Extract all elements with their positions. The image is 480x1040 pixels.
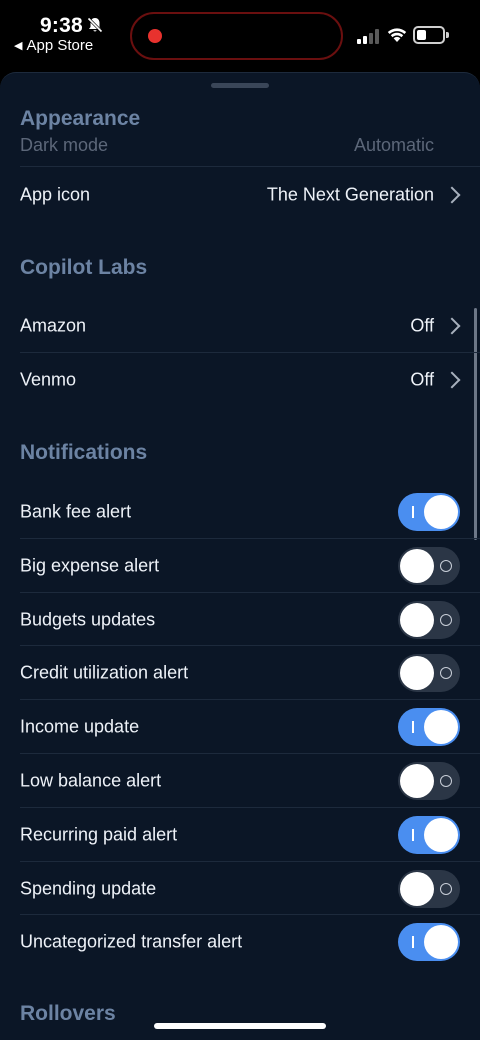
sheet-grabber[interactable] — [211, 83, 269, 88]
back-to-app-store-link[interactable]: ◀ App Store — [14, 37, 93, 54]
venmo-label: Venmo — [20, 369, 77, 390]
notification-label: Big expense alert — [20, 555, 160, 576]
section-title-rollovers: Rollovers — [20, 1002, 116, 1025]
notification-label: Spending update — [20, 878, 157, 899]
wifi-icon — [387, 28, 407, 42]
home-indicator[interactable] — [154, 1023, 326, 1029]
section-title-copilot-labs: Copilot Labs — [20, 256, 148, 279]
back-triangle-icon: ◀ — [14, 40, 23, 52]
bank-fee-alert-toggle[interactable] — [398, 493, 460, 531]
low-balance-alert-toggle[interactable] — [398, 762, 460, 800]
credit-utilization-alert-toggle[interactable] — [398, 654, 460, 692]
battery-icon — [413, 26, 449, 44]
bell-slash-icon — [86, 16, 104, 34]
status-time: 9:38 — [40, 14, 83, 37]
notification-row-credit-utilization-alert[interactable]: Credit utilization alert — [0, 646, 480, 700]
notification-row-low-balance-alert[interactable]: Low balance alert — [0, 754, 480, 808]
section-title-appearance: Appearance — [20, 107, 149, 131]
chevron-right-icon — [443, 317, 461, 335]
status-bar: 9:38 ◀ App Store — [0, 0, 480, 72]
notification-label: Income update — [20, 716, 140, 737]
recording-dot-icon — [148, 29, 162, 43]
signal-icon — [357, 28, 381, 44]
amazon-row[interactable]: Amazon Off — [0, 299, 480, 353]
back-app-label: App Store — [26, 37, 94, 54]
amazon-value: Off — [410, 315, 434, 336]
dynamic-island[interactable] — [130, 12, 343, 60]
venmo-row[interactable]: Venmo Off — [0, 353, 480, 407]
notification-row-spending-update[interactable]: Spending update — [0, 862, 480, 916]
divider — [20, 166, 480, 167]
notification-row-big-expense-alert[interactable]: Big expense alert — [0, 539, 480, 593]
notification-row-uncategorized-transfer-alert[interactable]: Uncategorized transfer alert — [0, 915, 480, 969]
notification-row-recurring-paid-alert[interactable]: Recurring paid alert — [0, 808, 480, 862]
notification-label: Credit utilization alert — [20, 662, 189, 683]
chevron-right-icon — [443, 186, 461, 204]
budgets-updates-toggle[interactable] — [398, 601, 460, 639]
uncategorized-transfer-alert-toggle[interactable] — [398, 923, 460, 961]
chevron-right-icon — [443, 371, 461, 389]
notification-row-income-update[interactable]: Income update — [0, 700, 480, 754]
dark-mode-row[interactable]: Dark mode Automatic — [0, 128, 480, 166]
notification-label: Recurring paid alert — [20, 824, 178, 845]
section-title-notifications: Notifications — [20, 441, 148, 464]
recurring-paid-alert-toggle[interactable] — [398, 816, 460, 854]
notification-label: Low balance alert — [20, 770, 162, 791]
dark-mode-label: Dark mode — [20, 135, 109, 155]
notification-label: Budgets updates — [20, 609, 156, 630]
notification-row-bank-fee-alert[interactable]: Bank fee alert — [0, 485, 480, 539]
app-icon-row[interactable]: App icon The Next Generation — [0, 168, 480, 222]
app-icon-value: The Next Generation — [266, 184, 434, 205]
amazon-label: Amazon — [20, 315, 87, 336]
notification-label: Uncategorized transfer alert — [20, 931, 243, 952]
big-expense-alert-toggle[interactable] — [398, 547, 460, 585]
notification-row-budgets-updates[interactable]: Budgets updates — [0, 593, 480, 647]
income-update-toggle[interactable] — [398, 708, 460, 746]
dark-mode-value: Automatic — [353, 135, 434, 155]
app-icon-label: App icon — [20, 184, 91, 205]
spending-update-toggle[interactable] — [398, 870, 460, 908]
notification-label: Bank fee alert — [20, 501, 132, 522]
venmo-value: Off — [410, 369, 434, 390]
settings-sheet: Dark mode Automatic Appearance App icon … — [0, 72, 480, 1040]
